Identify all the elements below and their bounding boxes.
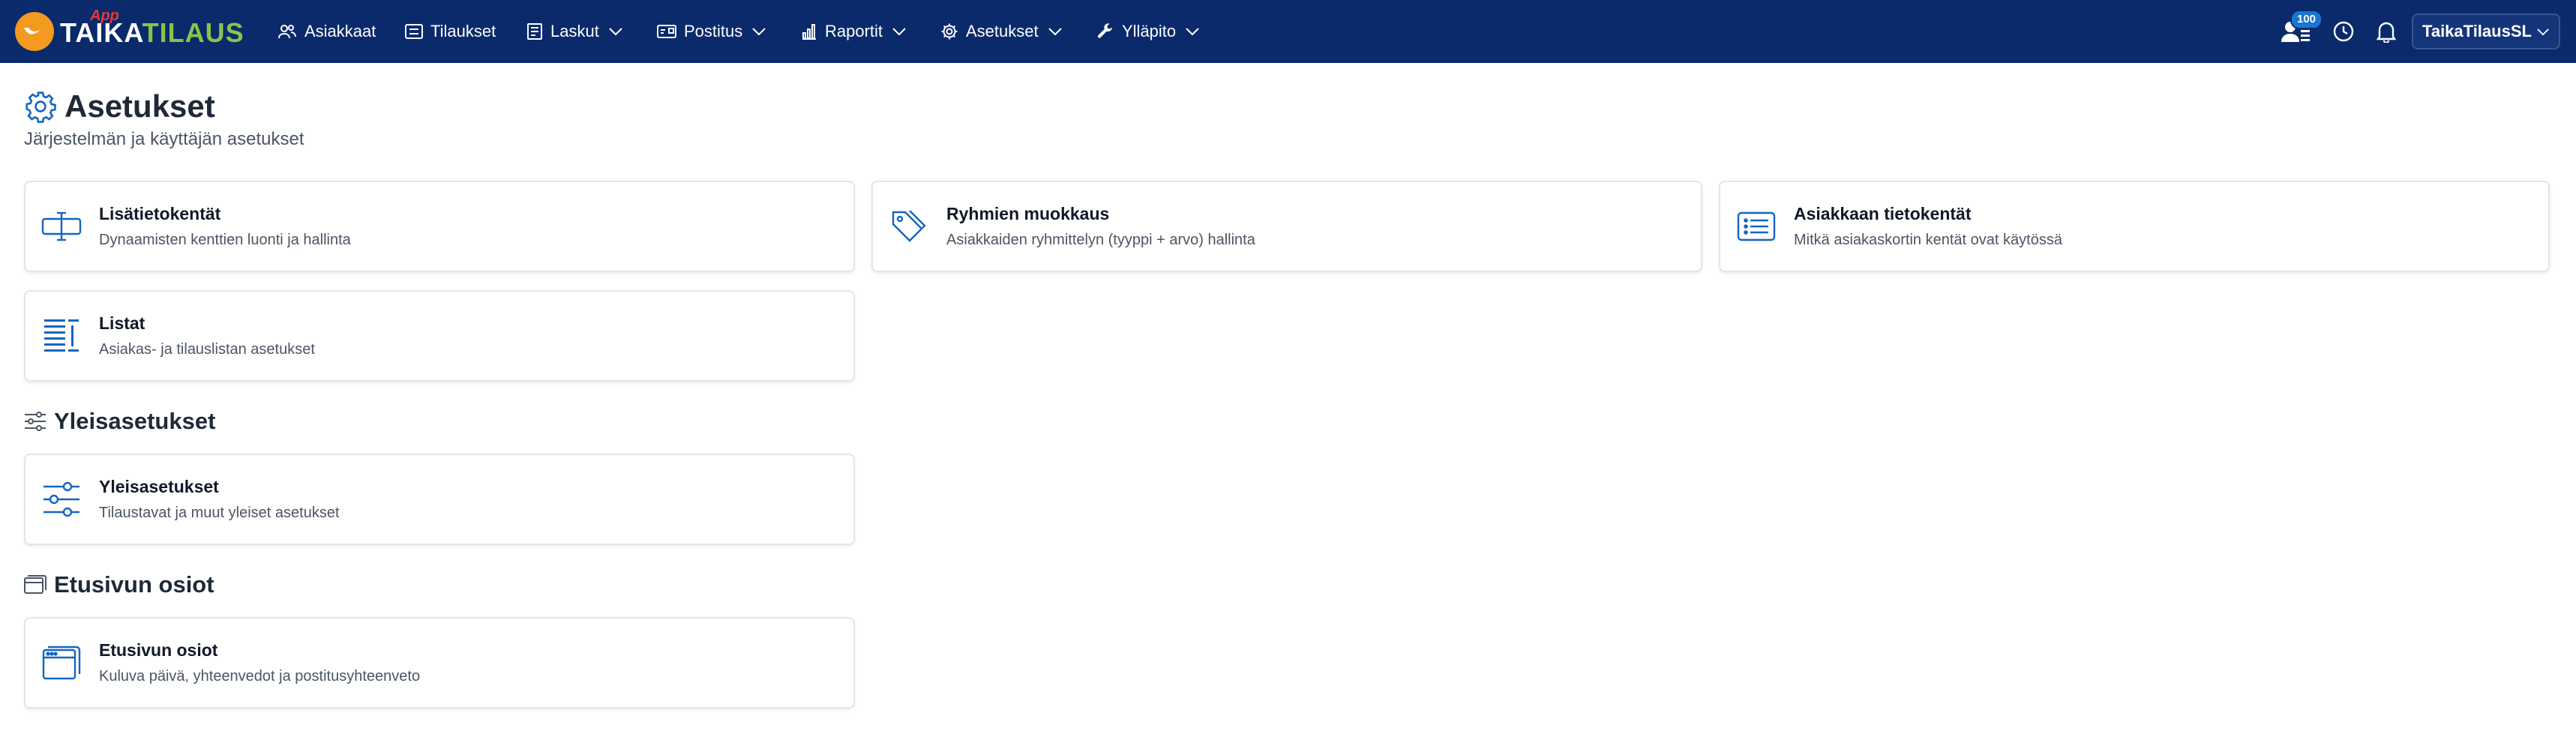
sliders-icon bbox=[40, 478, 82, 520]
chevron-down-icon bbox=[1186, 28, 1199, 36]
card-description: Dynaamisten kenttien luonti ja hallinta bbox=[99, 232, 351, 248]
card-description: Tilaustavat ja muut yleiset asetukset bbox=[99, 505, 340, 521]
sliders-icon bbox=[25, 412, 46, 431]
nav-yllapito[interactable]: Ylläpito bbox=[1096, 0, 1200, 63]
bell-icon bbox=[2376, 22, 2397, 43]
invoice-icon bbox=[527, 23, 542, 40]
users-icon bbox=[278, 25, 296, 39]
card-asiakkaan-tietokentat[interactable]: Asiakkaan tietokentät Mitkä asiakaskorti… bbox=[1719, 181, 2550, 272]
logo-mark-icon bbox=[15, 12, 54, 51]
nav-asetukset-label: Asetukset bbox=[966, 22, 1039, 40]
card-description: Kuluva päivä, yhteenvedot ja postitusyht… bbox=[99, 668, 421, 685]
card-description: Mitkä asiakaskortin kentät ovat käytössä bbox=[1794, 232, 2062, 248]
section-title: Etusivun osiot bbox=[54, 571, 214, 598]
list-box-icon bbox=[405, 24, 423, 39]
nav-asiakkaat[interactable]: Asiakkaat bbox=[277, 0, 376, 63]
card-lisatietokentat[interactable]: Lisätietokentät Dynaamisten kenttien luo… bbox=[24, 181, 855, 272]
card-etusivun-osiot[interactable]: Etusivun osiot Kuluva päivä, yhteenvedot… bbox=[24, 617, 855, 709]
history-button[interactable] bbox=[2327, 15, 2360, 48]
section-title: Yleisasetukset bbox=[54, 408, 216, 434]
chevron-down-icon bbox=[1048, 28, 1062, 36]
nav-tilaukset-label: Tilaukset bbox=[430, 22, 496, 40]
browser-window-icon bbox=[24, 575, 46, 594]
page-subtitle: Järjestelmän ja käyttäjän asetukset bbox=[24, 129, 304, 149]
chevron-down-icon bbox=[752, 28, 766, 36]
section-header-yleisasetukset: Yleisasetukset bbox=[24, 408, 215, 435]
nav-postitus[interactable]: Postitus bbox=[657, 0, 766, 63]
card-ryhmien-muokkaus[interactable]: Ryhmien muokkaus Asiakkaiden ryhmittelyn… bbox=[871, 181, 1702, 272]
text-lines-icon bbox=[40, 315, 82, 357]
card-listat[interactable]: Listat Asiakas- ja tilauslistan asetukse… bbox=[24, 290, 855, 382]
card-description: Asiakkaiden ryhmittelyn (tyyppi + arvo) … bbox=[946, 232, 1255, 248]
card-title: Yleisasetukset bbox=[99, 477, 219, 496]
logo-app-label: App bbox=[90, 7, 119, 24]
nav-asetukset[interactable]: Asetukset bbox=[940, 0, 1063, 63]
tag-icon bbox=[888, 205, 930, 247]
nav-postitus-label: Postitus bbox=[684, 22, 743, 40]
user-menu-button[interactable]: TaikaTilausSL bbox=[2412, 13, 2560, 49]
chevron-down-icon bbox=[609, 28, 622, 36]
card-title: Asiakkaan tietokentät bbox=[1794, 204, 1972, 223]
chevron-down-icon bbox=[2537, 28, 2549, 35]
chevron-down-icon bbox=[892, 28, 906, 36]
notification-count-badge: 100 bbox=[2290, 10, 2323, 29]
nav-laskut[interactable]: Laskut bbox=[526, 0, 623, 63]
gear-icon bbox=[941, 23, 958, 40]
card-title: Listat bbox=[99, 313, 145, 333]
card-title: Etusivun osiot bbox=[99, 640, 218, 660]
notifications-button[interactable] bbox=[2370, 15, 2403, 48]
user-name-label: TaikaTilausSL bbox=[2422, 22, 2532, 40]
app-logo[interactable]: TAIKATILAUS App bbox=[15, 7, 244, 52]
nav-raportit-label: Raportit bbox=[825, 22, 883, 40]
browser-window-icon bbox=[40, 642, 82, 684]
card-yleisasetukset[interactable]: Yleisasetukset Tilaustavat ja muut yleis… bbox=[24, 454, 855, 545]
nav-laskut-label: Laskut bbox=[550, 22, 599, 40]
nav-tilaukset[interactable]: Tilaukset bbox=[405, 0, 496, 63]
top-navbar: TAIKATILAUS App Asiakkaat Tilaukset Lask… bbox=[0, 0, 2576, 63]
card-title: Lisätietokentät bbox=[99, 204, 221, 223]
mail-icon bbox=[657, 25, 676, 38]
page-title: Asetukset bbox=[64, 88, 215, 124]
input-field-icon bbox=[40, 205, 82, 247]
wrench-icon bbox=[1097, 23, 1112, 38]
clock-icon bbox=[2333, 21, 2354, 42]
card-title: Ryhmien muokkaus bbox=[946, 204, 1110, 223]
nav-asiakkaat-label: Asiakkaat bbox=[304, 22, 376, 40]
logo-wordmark: TAIKATILAUS bbox=[60, 17, 244, 48]
card-description: Asiakas- ja tilauslistan asetukset bbox=[99, 341, 315, 358]
nav-raportit[interactable]: Raportit bbox=[801, 0, 907, 63]
page-header: Asetukset bbox=[24, 88, 215, 124]
section-header-etusivun-osiot: Etusivun osiot bbox=[24, 571, 214, 598]
nav-yllapito-label: Ylläpito bbox=[1122, 22, 1177, 40]
list-card-icon bbox=[1735, 205, 1777, 247]
gear-icon bbox=[25, 91, 56, 123]
bar-chart-icon bbox=[802, 24, 816, 40]
